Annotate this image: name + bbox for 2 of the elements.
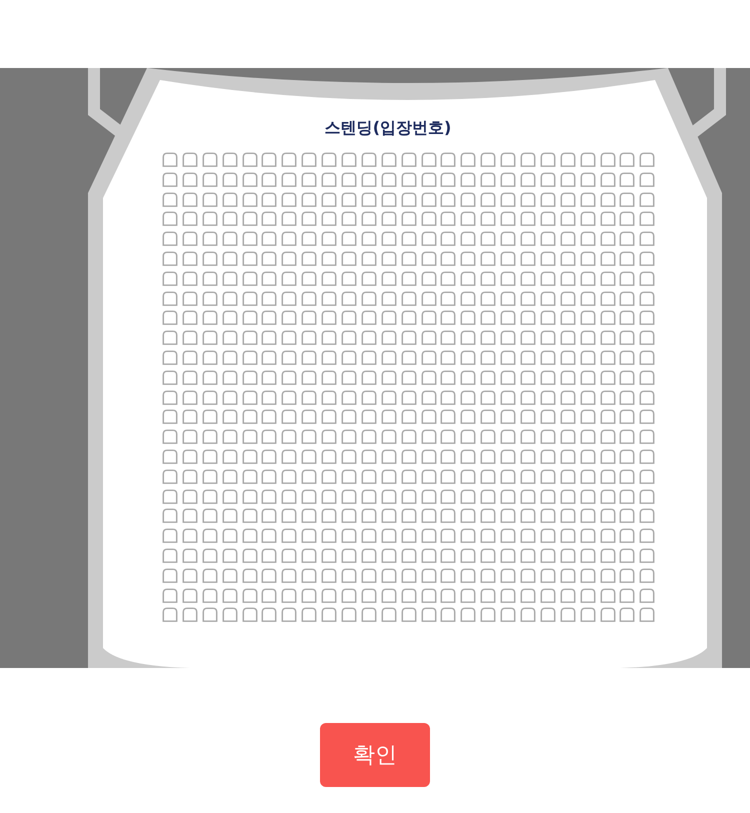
section-title: 스텐딩(입장번호) [324, 118, 452, 138]
confirm-button[interactable]: 확인 [320, 723, 430, 787]
